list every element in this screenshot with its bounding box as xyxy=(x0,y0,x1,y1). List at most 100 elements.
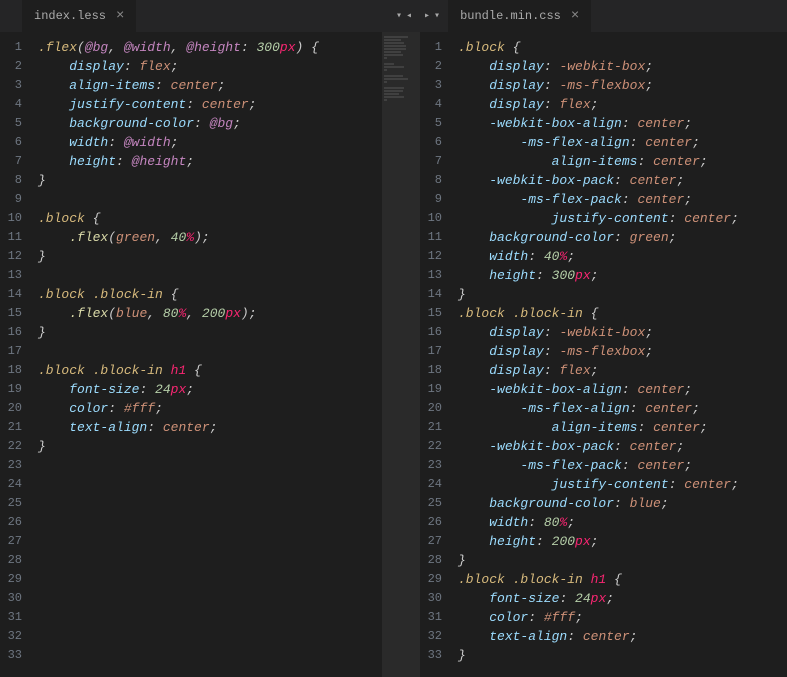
code-line[interactable]: height: 300px; xyxy=(450,266,787,285)
code-line[interactable]: -webkit-box-pack: center; xyxy=(450,171,787,190)
line-number: 29 xyxy=(0,570,30,589)
line-number: 28 xyxy=(420,551,450,570)
code-line[interactable]: color: #fff; xyxy=(30,399,382,418)
code-line[interactable]: } xyxy=(30,171,382,190)
code-line[interactable]: font-size: 24px; xyxy=(30,380,382,399)
line-number: 13 xyxy=(0,266,30,285)
code-line[interactable]: } xyxy=(30,247,382,266)
code-line[interactable]: display: -ms-flexbox; xyxy=(450,342,787,361)
code-line[interactable] xyxy=(30,570,382,589)
code-line[interactable]: justify-content: center; xyxy=(450,209,787,228)
code-line[interactable]: } xyxy=(30,437,382,456)
code-line[interactable]: height: 200px; xyxy=(450,532,787,551)
code-line[interactable]: background-color: @bg; xyxy=(30,114,382,133)
code-line[interactable]: display: -webkit-box; xyxy=(450,323,787,342)
code-line[interactable] xyxy=(30,551,382,570)
triangle-left-icon[interactable]: ◂ xyxy=(406,10,412,22)
editor-area-right[interactable]: 1234567891011121314151617181920212223242… xyxy=(420,32,787,677)
code-line[interactable]: display: flex; xyxy=(450,361,787,380)
line-number: 13 xyxy=(420,266,450,285)
code-line[interactable]: display: flex; xyxy=(450,95,787,114)
code-line[interactable] xyxy=(30,190,382,209)
code-line[interactable]: width: 80%; xyxy=(450,513,787,532)
code-line[interactable] xyxy=(30,608,382,627)
code-line[interactable]: .block { xyxy=(450,38,787,57)
line-number: 16 xyxy=(420,323,450,342)
code-line[interactable]: justify-content: center; xyxy=(450,475,787,494)
code-line[interactable] xyxy=(30,475,382,494)
code-line[interactable]: .block { xyxy=(30,209,382,228)
code-line[interactable] xyxy=(30,646,382,665)
code-line[interactable]: justify-content: center; xyxy=(30,95,382,114)
line-number: 20 xyxy=(420,399,450,418)
line-number: 19 xyxy=(0,380,30,399)
code-line[interactable]: .block .block-in h1 { xyxy=(30,361,382,380)
line-number: 9 xyxy=(420,190,450,209)
line-number: 1 xyxy=(420,38,450,57)
line-number: 14 xyxy=(420,285,450,304)
code-line[interactable]: -ms-flex-align: center; xyxy=(450,399,787,418)
tab-index-less[interactable]: index.less × xyxy=(22,0,136,32)
line-number: 5 xyxy=(420,114,450,133)
code-line[interactable]: width: @width; xyxy=(30,133,382,152)
code-line[interactable]: .flex(green, 40%); xyxy=(30,228,382,247)
code-line[interactable]: } xyxy=(450,285,787,304)
code-line[interactable]: -ms-flex-align: center; xyxy=(450,133,787,152)
line-number: 31 xyxy=(420,608,450,627)
editor-pane-left: index.less × ▾ ◂ 12345678910111213141516… xyxy=(0,0,420,677)
line-number: 14 xyxy=(0,285,30,304)
code-line[interactable]: .block .block-in h1 { xyxy=(450,570,787,589)
code-line[interactable]: -ms-flex-pack: center; xyxy=(450,456,787,475)
code-line[interactable]: text-align: center; xyxy=(30,418,382,437)
triangle-right-icon[interactable]: ▸ xyxy=(424,10,430,22)
code-line[interactable] xyxy=(30,266,382,285)
line-number: 3 xyxy=(420,76,450,95)
code-line[interactable] xyxy=(30,342,382,361)
line-number: 4 xyxy=(0,95,30,114)
code-line[interactable]: display: -ms-flexbox; xyxy=(450,76,787,95)
code-content-left[interactable]: .flex(@bg, @width, @height: 300px) { dis… xyxy=(30,32,382,677)
code-line[interactable] xyxy=(30,627,382,646)
triangle-down-icon[interactable]: ▾ xyxy=(396,10,402,22)
code-line[interactable] xyxy=(30,456,382,475)
tab-bundle-min-css[interactable]: bundle.min.css × xyxy=(448,0,591,32)
code-line[interactable]: .block .block-in { xyxy=(450,304,787,323)
code-line[interactable]: .flex(blue, 80%, 200px); xyxy=(30,304,382,323)
code-line[interactable] xyxy=(30,589,382,608)
code-line[interactable]: -ms-flex-pack: center; xyxy=(450,190,787,209)
code-line[interactable] xyxy=(30,513,382,532)
code-line[interactable] xyxy=(30,494,382,513)
code-line[interactable] xyxy=(30,532,382,551)
code-line[interactable]: } xyxy=(450,646,787,665)
code-line[interactable]: background-color: green; xyxy=(450,228,787,247)
code-line[interactable]: -webkit-box-align: center; xyxy=(450,114,787,133)
code-line[interactable]: align-items: center; xyxy=(30,76,382,95)
code-line[interactable]: width: 40%; xyxy=(450,247,787,266)
code-line[interactable]: .flex(@bg, @width, @height: 300px) { xyxy=(30,38,382,57)
code-line[interactable]: color: #fff; xyxy=(450,608,787,627)
code-line[interactable]: display: -webkit-box; xyxy=(450,57,787,76)
editor-area-left[interactable]: 1234567891011121314151617181920212223242… xyxy=(0,32,420,677)
code-line[interactable]: height: @height; xyxy=(30,152,382,171)
line-number: 18 xyxy=(420,361,450,380)
code-content-right[interactable]: .block { display: -webkit-box; display: … xyxy=(450,32,787,677)
code-line[interactable]: -webkit-box-pack: center; xyxy=(450,437,787,456)
code-line[interactable]: display: flex; xyxy=(30,57,382,76)
line-number: 12 xyxy=(420,247,450,266)
triangle-down-icon[interactable]: ▾ xyxy=(434,10,440,22)
tab-nav-icons: ▸ ▾ xyxy=(424,10,448,22)
close-icon[interactable]: × xyxy=(116,9,124,23)
code-line[interactable]: align-items: center; xyxy=(450,418,787,437)
code-line[interactable]: .block .block-in { xyxy=(30,285,382,304)
code-line[interactable]: background-color: blue; xyxy=(450,494,787,513)
close-icon[interactable]: × xyxy=(571,9,579,23)
code-line[interactable]: text-align: center; xyxy=(450,627,787,646)
code-line[interactable]: font-size: 24px; xyxy=(450,589,787,608)
code-line[interactable]: align-items: center; xyxy=(450,152,787,171)
code-line[interactable]: } xyxy=(30,323,382,342)
line-number: 2 xyxy=(0,57,30,76)
minimap-left[interactable] xyxy=(382,32,420,677)
code-line[interactable]: } xyxy=(450,551,787,570)
code-line[interactable]: -webkit-box-align: center; xyxy=(450,380,787,399)
line-number: 16 xyxy=(0,323,30,342)
